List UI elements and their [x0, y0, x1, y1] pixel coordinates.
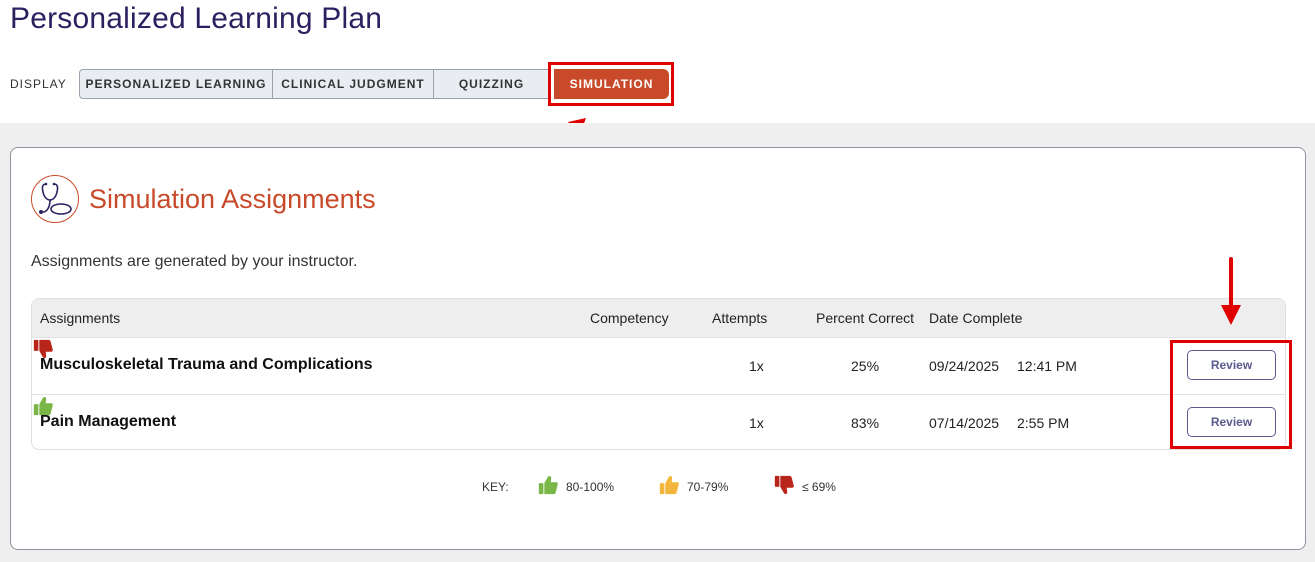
table-row: Pain Management 1x 83% 07/14/2025 2:55 P… — [32, 394, 1285, 449]
display-label: DISPLAY — [10, 77, 67, 91]
thumbs-up-icon — [658, 474, 680, 496]
assignments-table: Assignments Competency Attempts Percent … — [31, 298, 1286, 450]
assignment-name[interactable]: Musculoskeletal Trauma and Complications — [40, 356, 373, 374]
table-row: Musculoskeletal Trauma and Complications… — [32, 337, 1285, 394]
attempts-value: 1x — [749, 358, 764, 374]
header-assignments: Assignments — [40, 310, 121, 326]
thumbs-up-icon — [537, 474, 559, 496]
header-competency: Competency — [590, 310, 669, 326]
simulation-tab-highlight — [548, 62, 674, 106]
date-value: 07/14/2025 — [929, 415, 1000, 431]
tab-personalized-learning[interactable]: PERSONALIZED LEARNING — [79, 69, 273, 99]
assignment-name[interactable]: Pain Management — [40, 413, 176, 431]
section-description: Assignments are generated by your instru… — [31, 253, 358, 270]
review-buttons-highlight — [1170, 340, 1292, 449]
table-header: Assignments Competency Attempts Percent … — [32, 299, 1285, 337]
arrow-to-review-icon — [1221, 257, 1241, 325]
percent-value: 83% — [851, 415, 880, 431]
key-label: KEY: — [482, 480, 509, 494]
thumbs-down-icon — [773, 474, 795, 496]
header-percent-correct: Percent Correct — [816, 310, 915, 326]
percent-value: 25% — [851, 358, 880, 374]
header-date-complete: Date Complete — [929, 310, 1023, 326]
time-value: 2:55 PM — [1017, 415, 1070, 431]
header-attempts: Attempts — [712, 310, 768, 326]
attempts-value: 1x — [749, 415, 764, 431]
key-range-poor: ≤ 69% — [802, 480, 836, 494]
page-title: Personalized Learning Plan — [10, 2, 383, 35]
section-title: Simulation Assignments — [89, 184, 376, 214]
key-range-good: 80-100% — [566, 480, 615, 494]
simulation-assignments-card: Simulation Assignments Assignments are g… — [10, 147, 1306, 550]
tab-clinical-judgment[interactable]: CLINICAL JUDGMENT — [272, 69, 434, 99]
date-value: 09/24/2025 — [929, 358, 1000, 374]
tab-quizzing[interactable]: QUIZZING — [433, 69, 550, 99]
key-range-fair: 70-79% — [687, 480, 729, 494]
time-value: 12:41 PM — [1017, 358, 1077, 374]
stethoscope-icon — [31, 175, 79, 223]
